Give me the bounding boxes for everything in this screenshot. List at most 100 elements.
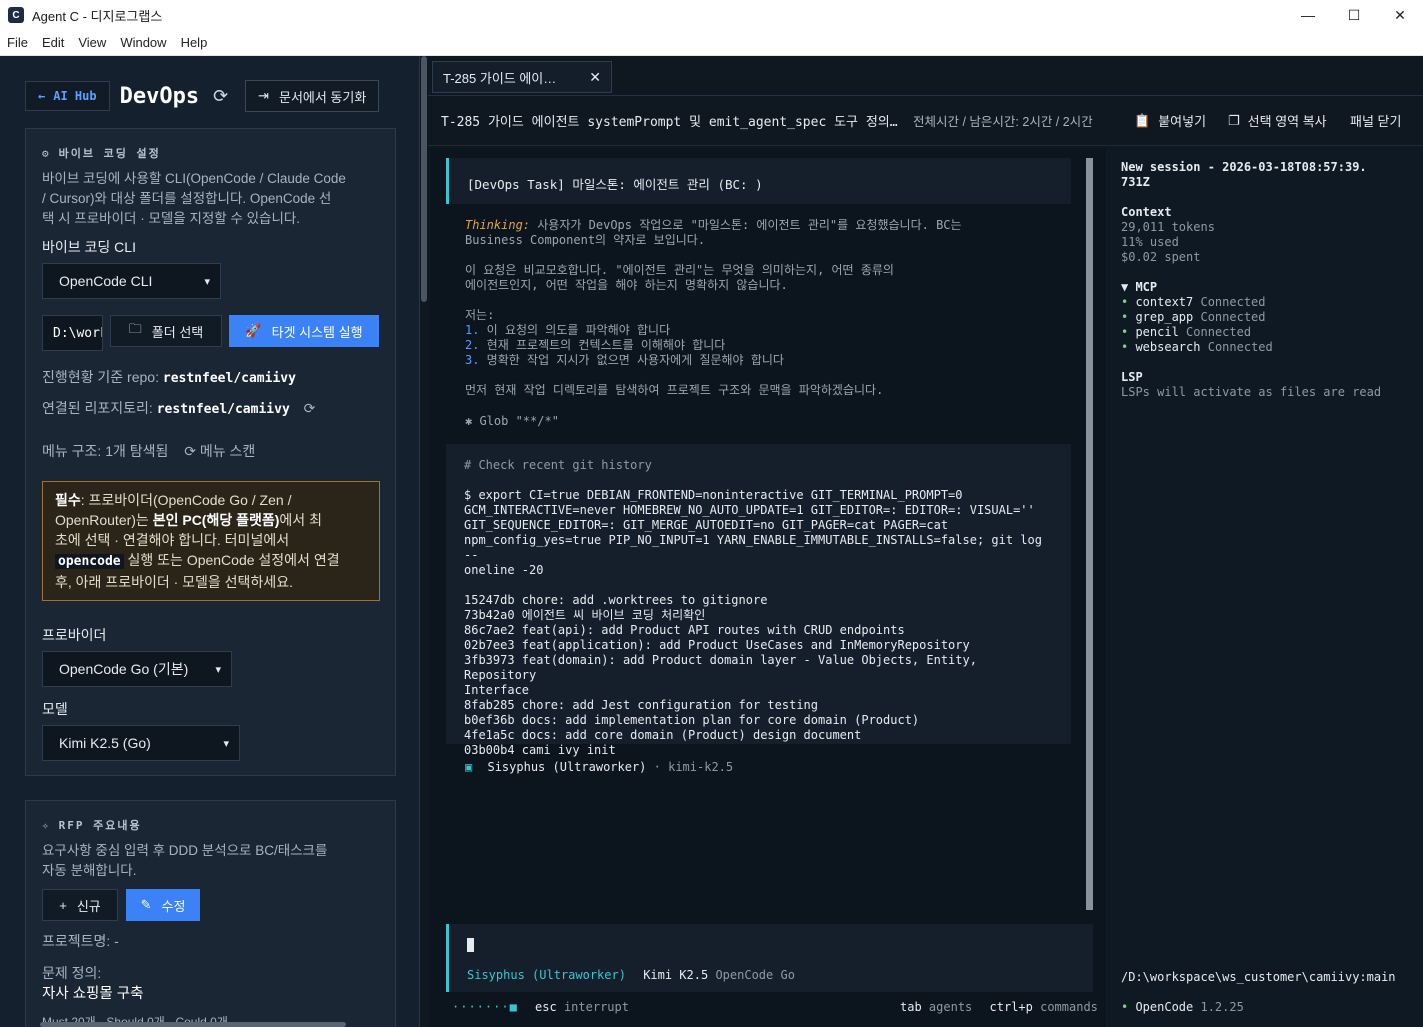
menu-window[interactable]: Window <box>113 35 173 50</box>
folder-path-field[interactable]: D:\workspace <box>42 315 103 351</box>
menu-help[interactable]: Help <box>174 35 215 50</box>
settings-icon: ⚙ <box>42 146 51 160</box>
lsp-desc: LSPs will activate as files are read <box>1121 385 1382 399</box>
terminal-main: [DevOps Task] 마일스톤: 에이전트 관리 (BC: ) Think… <box>430 148 1110 1027</box>
left-horizontal-scrollbar[interactable] <box>40 1022 346 1027</box>
menu-edit[interactable]: Edit <box>35 35 71 50</box>
close-tab-icon[interactable]: ✕ <box>589 69 601 86</box>
linked-repo-name: restnfeel/camiivy <box>156 402 290 417</box>
run-target-system-button[interactable]: 🚀 타겟 시스템 실행 <box>229 315 379 347</box>
log-line: 4fe1a5c docs: add core domain (Product) … <box>464 728 862 742</box>
folder-icon: 🗀 <box>128 321 142 336</box>
provider-select[interactable]: OpenCode Go (기본) ▾ <box>42 651 232 687</box>
task-context-bar: T-285 가이드 에이전트 systemPrompt 및 emit_agent… <box>428 96 1423 146</box>
thinking-label: Thinking: <box>465 218 531 232</box>
mcp-header[interactable]: ▼ MCP <box>1121 280 1157 295</box>
maximize-button[interactable]: ☐ <box>1331 0 1377 30</box>
window-title: Agent C - 디지로그랩스 <box>32 8 163 24</box>
provider-label: 프로바이더 <box>42 627 107 643</box>
refresh-icon[interactable]: ⟳ <box>213 87 231 105</box>
rfp-edit-button[interactable]: ✎ 수정 <box>126 889 200 921</box>
log-line: b0ef36b docs: add implementation plan fo… <box>464 713 920 727</box>
cwd-path: /D:\workspace\ws_customer\camiivy:main <box>1121 970 1396 984</box>
step-1: 1. 이 요청의 의도를 파악해야 합니다 <box>465 323 671 337</box>
clipboard-icon: 📋 <box>1134 112 1151 128</box>
project-name-line: 프로젝트명: - <box>42 933 119 949</box>
paste-button[interactable]: 📋 붙여넣기 <box>1134 111 1206 130</box>
linked-repo-line: 연결된 리포지토리: restnfeel/camiivy ⟳ <box>42 400 316 417</box>
chevron-down-icon: ▾ <box>204 275 210 288</box>
menu-view[interactable]: View <box>71 35 113 50</box>
task-title: T-285 가이드 에이전트 systemPrompt 및 emit_agent… <box>441 115 898 130</box>
status-left: ·······■ esc interrupt <box>452 1000 629 1014</box>
copy-selection-button[interactable]: ❐ 선택 영역 복사 <box>1228 111 1327 130</box>
tab-label: T-285 가이드 에이… <box>443 70 557 86</box>
log-line: 3fb3973 feat(domain): add Product domain… <box>464 653 977 682</box>
model-select[interactable]: Kimi K2.5 (Go) ▾ <box>42 725 240 761</box>
log-line: Interface <box>464 683 530 697</box>
mcp-item: • pencil Connected <box>1121 325 1252 339</box>
log-line: 02b7ee3 feat(application): add Product U… <box>464 638 970 652</box>
prompt-meta: Sisyphus (Ultraworker) Kimi K2.5 OpenCod… <box>467 968 795 982</box>
sync-from-docs-button[interactable]: ⇥ 문서에서 동기화 <box>245 80 380 112</box>
log-line: 8fab285 chore: add Jest configuration fo… <box>464 698 819 712</box>
workspace-header: ← AI Hub DevOps ⟳ ⇥ 문서에서 동기화 <box>25 80 380 112</box>
minimize-button[interactable]: — <box>1285 0 1331 30</box>
session-title-line1: New session - 2026-03-18T08:57:39. <box>1121 160 1367 174</box>
token-count: 29,011 tokens <box>1121 220 1215 234</box>
rfp-new-button[interactable]: + 신규 <box>42 889 118 921</box>
app-version: • OpenCode 1.2.25 <box>1121 1000 1244 1014</box>
menu-file[interactable]: File <box>0 35 35 50</box>
rfp-card: ✧ RFP 주요내용 요구사항 중심 입력 후 DDD 분석으로 BC/태스크를… <box>25 800 396 1027</box>
provider-warning-box: 필수: 프로바이더(OpenCode Go / Zen / OpenRouter… <box>42 481 380 601</box>
terminal[interactable]: [DevOps Task] 마일스톤: 에이전트 관리 (BC: ) Think… <box>430 148 1423 1027</box>
vibe-desc-line1: 바이브 코딩에 사용할 CLI(OpenCode / Claude Code <box>42 171 346 186</box>
title-bar: C Agent C - 디지로그랩스 — ☐ ✕ <box>0 0 1423 30</box>
terminal-scrollbar[interactable] <box>1086 158 1093 910</box>
vibe-desc-line2: / Cursor)와 대상 폴더를 설정합니다. OpenCode 선 <box>42 191 332 206</box>
menu-scan-button[interactable]: ⟳ 메뉴 스캔 <box>184 443 255 459</box>
plus-icon: + <box>59 897 67 913</box>
text-cursor <box>467 938 474 952</box>
task-message: [DevOps Task] 마일스톤: 에이전트 관리 (BC: ) <box>446 158 1071 204</box>
lsp-label: LSP <box>1121 370 1143 384</box>
refresh-repo-icon[interactable]: ⟳ <box>304 400 316 416</box>
session-title-line2: 731Z <box>1121 175 1150 189</box>
session-sidebar: New session - 2026-03-18T08:57:39. 731Z … <box>1106 148 1423 1027</box>
mcp-item: • grep_app Connected <box>1121 310 1266 324</box>
bash-comment: # Check recent git history <box>464 458 652 472</box>
close-window-button[interactable]: ✕ <box>1377 0 1423 30</box>
progress-repo-name: restnfeel/camiivy <box>162 371 296 386</box>
context-label: Context <box>1121 205 1172 219</box>
arrow-left-icon: ← <box>38 89 46 103</box>
log-line: 15247db chore: add .worktrees to gitigno… <box>464 593 768 607</box>
cli-select[interactable]: OpenCode CLI ▾ <box>42 263 221 299</box>
tab-t285[interactable]: T-285 가이드 에이… ✕ <box>432 61 612 93</box>
folder-select-button[interactable]: 🗀 폴더 선택 <box>110 315 222 347</box>
agent-status-line: ▣ Sisyphus (Ultraworker) · kimi-k2.5 <box>465 760 734 774</box>
rocket-icon: 🚀 <box>245 323 262 338</box>
ai-hub-button[interactable]: ← AI Hub <box>25 81 110 111</box>
rfp-desc-line2: 자동 분해합니다. <box>42 863 137 878</box>
vibe-coding-title: ⚙ 바이브 코딩 설정 <box>42 146 161 161</box>
spinner-icon: ·······■ <box>452 1000 518 1014</box>
model-label: 모델 <box>42 701 68 717</box>
opencode-inline-code: opencode <box>55 554 124 569</box>
vibe-coding-card: ⚙ 바이브 코딩 설정 바이브 코딩에 사용할 CLI(OpenCode / C… <box>25 128 396 776</box>
left-vertical-scrollbar[interactable] <box>420 56 428 1027</box>
close-panel-button[interactable]: 패널 닫기 <box>1350 111 1401 130</box>
status-right: tab agents ctrl+p commands <box>900 1000 1098 1014</box>
scroll-thumb[interactable] <box>421 56 427 302</box>
scan-icon: ⟳ <box>184 443 197 459</box>
prompt-input[interactable]: Sisyphus (Ultraworker) Kimi K2.5 OpenCod… <box>446 924 1093 992</box>
app-logo-icon: C <box>8 7 24 23</box>
step-3: 3. 명확한 작업 지시가 없으면 사용자에게 질문해야 합니다 <box>465 353 784 367</box>
mcp-item: • websearch Connected <box>1121 340 1273 354</box>
vibe-desc-line3: 택 시 프로바이더 · 모델을 지정할 수 있습니다. <box>42 211 301 226</box>
chevron-down-icon: ▾ <box>223 737 229 750</box>
workspace-title: DevOps <box>119 83 200 109</box>
edit-icon: ✎ <box>140 897 152 912</box>
glob-tool-call: ✱ Glob "**/*" <box>465 414 559 428</box>
ai-hub-label: AI Hub <box>53 89 97 103</box>
bash-output-block: # Check recent git history $ export CI=t… <box>446 444 1071 757</box>
